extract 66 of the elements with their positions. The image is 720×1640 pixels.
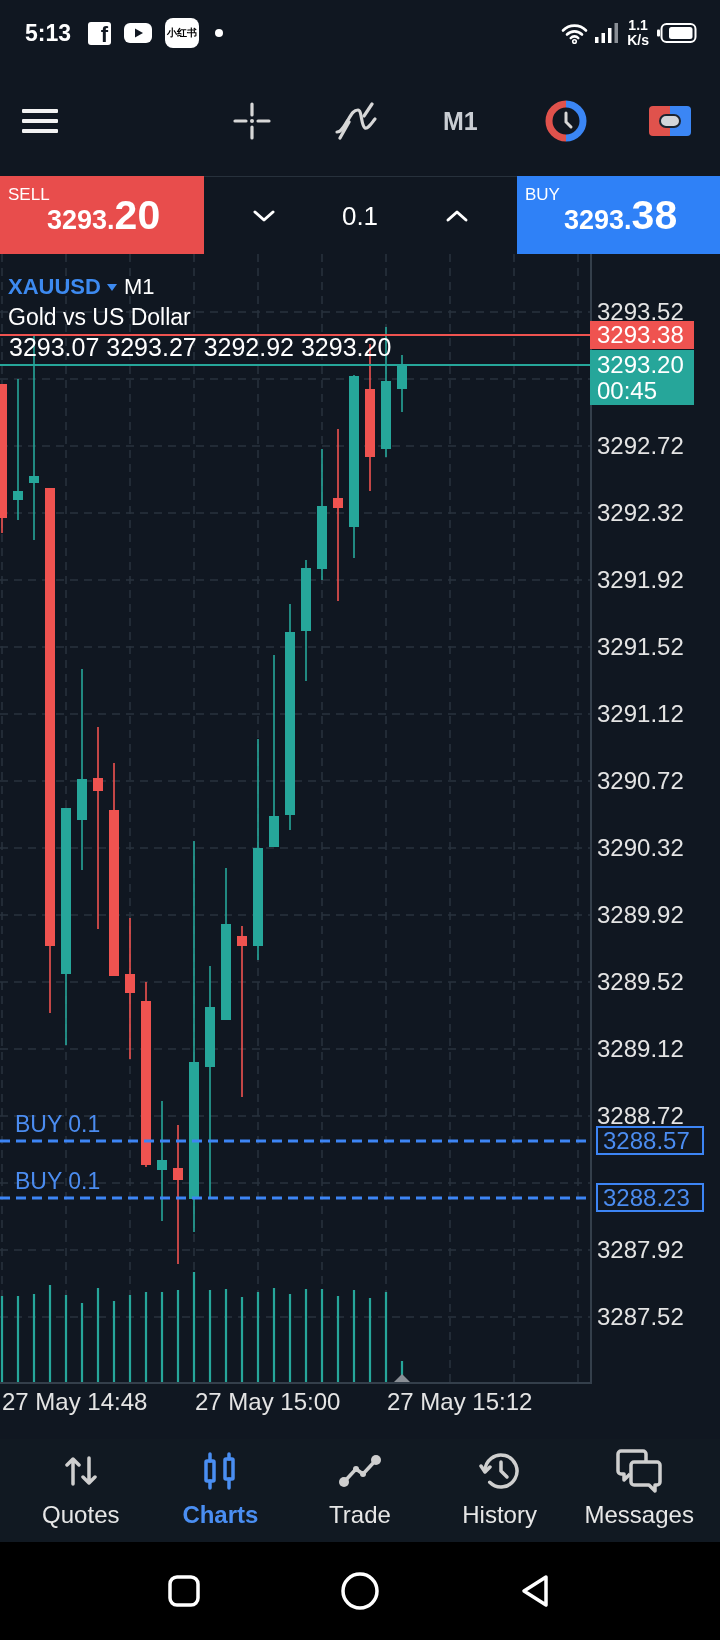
price-axis-label: 3289.52 bbox=[597, 973, 684, 991]
notification-dot-icon bbox=[215, 29, 224, 37]
chat-bubbles-icon bbox=[615, 1448, 664, 1494]
price-axis-label: 3290.32 bbox=[597, 839, 684, 857]
order-price-tag: 3288.23 bbox=[596, 1183, 704, 1212]
triangle-marker-icon bbox=[394, 1374, 410, 1382]
symbol-description: Gold vs US Dollar bbox=[8, 305, 191, 329]
status-time: 5:13 bbox=[25, 21, 72, 45]
price-axis-label: 3291.12 bbox=[597, 705, 684, 723]
time-axis-label: 27 May 14:48 bbox=[2, 1388, 148, 1416]
price-axis-label: 3287.92 bbox=[597, 1241, 684, 1259]
toggle-icon[interactable] bbox=[648, 106, 691, 136]
square-nav-icon[interactable] bbox=[168, 1575, 200, 1607]
nav-tab[interactable]: Messages bbox=[569, 1439, 709, 1542]
order-price-tag: 3288.57 bbox=[596, 1126, 704, 1155]
signal-icon bbox=[595, 23, 620, 43]
back-icon[interactable] bbox=[520, 1574, 550, 1608]
circle-nav-icon[interactable] bbox=[341, 1572, 379, 1610]
chevron-down-icon[interactable] bbox=[252, 208, 276, 223]
line-chart-icon bbox=[339, 1455, 381, 1487]
clock-icon[interactable] bbox=[544, 100, 587, 142]
network-speed: 1.1 K/s bbox=[627, 18, 649, 48]
letter-app-badge: f bbox=[88, 21, 112, 45]
bar-countdown: 00:45 bbox=[597, 378, 658, 404]
menu-icon[interactable] bbox=[22, 109, 58, 133]
price-axis-label: 3289.12 bbox=[597, 1040, 684, 1058]
wave-icon[interactable] bbox=[334, 102, 378, 140]
order-line[interactable] bbox=[0, 1196, 586, 1200]
order-line[interactable] bbox=[0, 1139, 586, 1143]
price-axis-label: 3290.72 bbox=[597, 772, 684, 790]
dropdown-caret-icon[interactable] bbox=[106, 283, 117, 291]
nav-tab[interactable]: Trade bbox=[290, 1439, 430, 1542]
price-axis-label: 3292.32 bbox=[597, 504, 684, 522]
time-axis-label: 27 May 15:00 bbox=[195, 1388, 341, 1416]
history-icon bbox=[478, 1451, 521, 1491]
price-axis-label: 3288.72 bbox=[597, 1107, 684, 1125]
play-app-icon bbox=[124, 23, 153, 43]
price-axis-label: 3291.92 bbox=[597, 571, 684, 589]
candle bbox=[397, 355, 407, 412]
battery-icon bbox=[657, 23, 697, 43]
symbol-name[interactable]: XAUUSD bbox=[8, 274, 101, 300]
nav-tab[interactable]: Charts bbox=[150, 1439, 291, 1542]
nav-tab[interactable]: Quotes bbox=[11, 1439, 151, 1542]
time-axis-label: 27 May 15:12 bbox=[387, 1388, 533, 1416]
bid-price: 3293.20 bbox=[597, 351, 684, 378]
wifi-icon bbox=[561, 22, 589, 44]
text-app-badge: 小红书 bbox=[165, 18, 200, 48]
buy-button[interactable]: BUY 3293.38 bbox=[517, 176, 720, 254]
price-axis-label: 3293.52 bbox=[597, 303, 684, 321]
chevron-up-icon[interactable] bbox=[444, 208, 469, 223]
ask-price-tag: 3293.38 bbox=[590, 321, 694, 349]
price-axis-label: 3287.52 bbox=[597, 1308, 684, 1326]
volume-value[interactable]: 0.1 bbox=[341, 200, 379, 231]
up-down-arrows-icon bbox=[64, 1456, 97, 1486]
price-axis-label: 3289.92 bbox=[597, 906, 684, 924]
sell-button[interactable]: SELL 3293.20 bbox=[0, 176, 204, 254]
crosshair-icon[interactable] bbox=[233, 102, 271, 140]
order-label: BUY 0.1 bbox=[15, 1112, 101, 1136]
price-axis-label: 3292.72 bbox=[597, 437, 684, 455]
order-label: BUY 0.1 bbox=[15, 1169, 101, 1193]
timeframe-label: M1 bbox=[123, 274, 155, 300]
candlestick-icon bbox=[203, 1452, 238, 1490]
ohlc-values: 3293.07 3293.27 3292.92 3293.20 bbox=[9, 338, 392, 356]
nav-tab[interactable]: History bbox=[429, 1439, 570, 1542]
timeframe-button[interactable]: M1 bbox=[443, 108, 478, 134]
price-axis-label: 3291.52 bbox=[597, 638, 684, 656]
